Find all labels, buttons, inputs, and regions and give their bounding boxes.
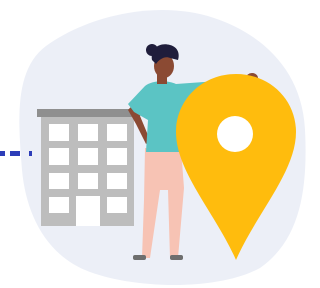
- building-roof: [37, 109, 138, 117]
- location-illustration: [0, 10, 306, 286]
- building-door: [76, 196, 100, 226]
- right-shoe: [170, 255, 183, 260]
- left-shoe: [133, 255, 146, 260]
- building-icon: [37, 109, 138, 226]
- illustration-canvas: [0, 0, 307, 288]
- pin-hole: [217, 116, 253, 152]
